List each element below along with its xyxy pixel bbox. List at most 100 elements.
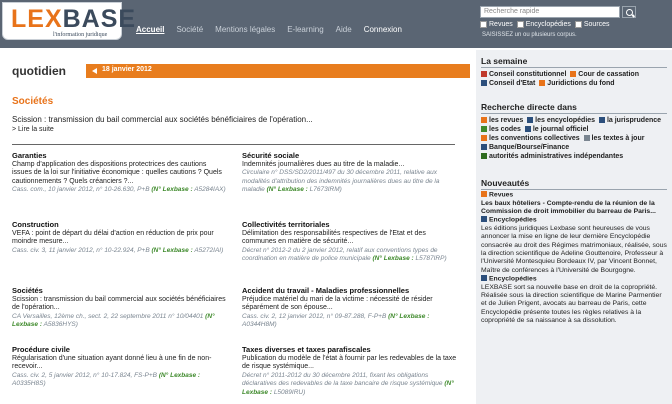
nav-elearning[interactable]: E-learning: [281, 25, 329, 34]
article-ref[interactable]: A0344H8M): [242, 321, 277, 328]
square-red-icon: [481, 70, 487, 77]
article-meta-text: Cass. civ. 3, 11 janvier 2012, n° 10-22.…: [12, 246, 150, 254]
lead-text[interactable]: Scission : transmission du bail commerci…: [12, 115, 313, 124]
link-conseil-etat[interactable]: Conseil d'Etat: [481, 79, 536, 87]
filter-sources-label: Sources: [583, 21, 610, 28]
article-source: (N° Lexbase :: [372, 255, 414, 262]
nav-accueil[interactable]: Accueil: [130, 25, 170, 34]
article-ref[interactable]: A5272IAI): [194, 247, 223, 254]
recherche-links: les revues les encyclopédies la jurispru…: [481, 116, 671, 161]
link-banque-bourse[interactable]: Banque/Bourse/Finance: [481, 143, 569, 151]
article-meta: Cass. civ. 2, 12 janvier 2012, n° 09-87.…: [242, 313, 457, 330]
divider: [481, 189, 667, 190]
link-label: la jurisprudence: [606, 117, 662, 124]
article-source: (N° Lexbase :: [158, 371, 201, 379]
news-revues-label[interactable]: Revues: [481, 191, 668, 200]
article-ref[interactable]: L5089IRU): [274, 389, 305, 396]
article-source: (N° Lexbase :: [151, 246, 193, 254]
link-label: Juridictions du fond: [547, 80, 615, 87]
link-codes[interactable]: les codes: [481, 125, 521, 133]
link-label: Conseil d'Etat: [489, 80, 536, 87]
link-conventions[interactable]: les conventions collectives: [481, 134, 580, 142]
link-textes-a-jour[interactable]: les textes à jour: [583, 134, 645, 142]
nav-connexion[interactable]: Connexion: [358, 25, 408, 34]
nav-mentions[interactable]: Mentions légales: [209, 25, 281, 34]
link-juridictions-fond[interactable]: Juridictions du fond: [539, 79, 615, 87]
link-label: Conseil constitutionnel: [489, 71, 567, 78]
article-ref[interactable]: L7673IRM): [310, 186, 342, 193]
article-title[interactable]: Sécurité sociale: [242, 151, 457, 161]
article-ref[interactable]: A0335H8S): [12, 380, 46, 387]
filter-encyclopedies[interactable]: Encyclopédies: [516, 21, 571, 28]
divider: [12, 144, 455, 145]
article-title[interactable]: Procédure civile: [12, 345, 227, 355]
article-item: Sociétés Scission : transmission du bail…: [12, 286, 227, 330]
lexbase-logo[interactable]: LEXBASE l'information juridique: [2, 2, 135, 40]
filter-revues[interactable]: Revues: [480, 21, 513, 28]
article-title[interactable]: Sociétés: [12, 286, 227, 296]
logo-tagline: l'information juridique: [53, 32, 108, 38]
article-body[interactable]: Préjudice matériel du mari de la victime…: [242, 296, 457, 313]
sources-checkbox[interactable]: [574, 21, 582, 28]
search-icon[interactable]: [622, 6, 636, 18]
article-meta-text: Cass. com., 10 janvier 2012, n° 10-26.63…: [12, 186, 150, 193]
news-ency2-text[interactable]: LEXBASE sort sa nouvelle base en droit d…: [481, 284, 662, 324]
article-body[interactable]: Scission : transmission du bail commerci…: [12, 296, 227, 313]
news-label: Encyclopédies: [489, 216, 537, 224]
article-ref[interactable]: L5787IRP): [416, 255, 447, 262]
logo-lex: LEX: [11, 5, 63, 33]
nouveautes-heading: Nouveautés: [481, 178, 530, 188]
link-encyclopedies[interactable]: les encyclopédies: [527, 116, 596, 124]
article-title[interactable]: Taxes diverses et taxes parafiscales: [242, 345, 457, 355]
link-conseil-constitutionnel[interactable]: Conseil constitutionnel: [481, 70, 567, 78]
title-bar: quotidien 18 janvier 2012: [0, 62, 470, 80]
news-label: Encyclopédies: [489, 275, 537, 283]
nav-aide[interactable]: Aide: [330, 25, 358, 34]
square-green-icon: [481, 152, 487, 159]
article-body[interactable]: Régularisation d'une situation ayant don…: [12, 355, 227, 372]
read-more-link[interactable]: > Lire la suite: [12, 126, 462, 133]
link-label: les encyclopédies: [535, 117, 596, 124]
article-item: Collectivités territoriales Délimitation…: [242, 220, 457, 264]
filter-sources[interactable]: Sources: [574, 21, 610, 28]
encyclopedies-checkbox[interactable]: [516, 21, 524, 28]
article-title[interactable]: Garanties: [12, 151, 227, 161]
nav-societe[interactable]: Société: [170, 25, 209, 34]
divider: [481, 67, 667, 68]
article-ref[interactable]: A5836HYS): [44, 321, 78, 328]
search-hint: SAISISSEZ un ou plusieurs corpus.: [482, 32, 577, 38]
square-gray-icon: [583, 134, 590, 141]
article-meta: Décret n° 2012-2 du 2 janvier 2012, rela…: [242, 247, 457, 264]
link-label: les codes: [489, 126, 521, 133]
arrow-left-icon[interactable]: [92, 68, 97, 74]
news-ency-label[interactable]: Encyclopédies: [481, 216, 668, 225]
news-ency2-label[interactable]: Encyclopédies: [481, 274, 668, 284]
article-body[interactable]: Publication du modèle de l'état à fourni…: [242, 355, 457, 372]
news-ency-text[interactable]: Les éditions juridiques Lexbase sont heu…: [481, 225, 667, 273]
square-orange-icon: [481, 134, 487, 141]
article-body[interactable]: VEFA : point de départ du délai d'action…: [12, 230, 227, 247]
link-revues[interactable]: les revues: [481, 116, 523, 124]
link-autorites[interactable]: autorités administratives indépendantes: [481, 152, 623, 160]
article-title[interactable]: Accident du travail - Maladies professio…: [242, 286, 457, 296]
link-label: les textes à jour: [591, 135, 645, 142]
semaine-heading: La semaine: [481, 56, 528, 66]
link-jurisprudence[interactable]: la jurisprudence: [598, 116, 662, 124]
news-revues-text[interactable]: Les baux hôteliers - Compte-rendu de la …: [481, 200, 656, 215]
article-body[interactable]: Champ d'application des dispositions pro…: [12, 161, 227, 187]
square-orange-icon: [481, 116, 487, 123]
article-body[interactable]: Indemnités journalières dues au titre de…: [242, 161, 457, 170]
article-title[interactable]: Collectivités territoriales: [242, 220, 457, 230]
semaine-links: Conseil constitutionnel Cour de cassatio…: [481, 70, 671, 88]
article-title[interactable]: Construction: [12, 220, 227, 230]
article-body[interactable]: Délimitation des responsabilités respect…: [242, 230, 457, 247]
nouveautes-content: Revues Les baux hôteliers - Compte-rendu…: [481, 191, 668, 325]
article-item: Sécurité sociale Indemnités journalières…: [242, 151, 457, 195]
article-source: (N° Lexbase :: [388, 312, 430, 320]
search-input[interactable]: Recherche rapide: [480, 6, 620, 18]
article-ref[interactable]: A5284IAX): [194, 186, 225, 193]
link-cour-cassation[interactable]: Cour de cassation: [570, 70, 639, 78]
revues-checkbox[interactable]: [480, 21, 487, 28]
section-heading: Sociétés: [12, 96, 54, 107]
link-journal-officiel[interactable]: le journal officiel: [524, 125, 588, 133]
